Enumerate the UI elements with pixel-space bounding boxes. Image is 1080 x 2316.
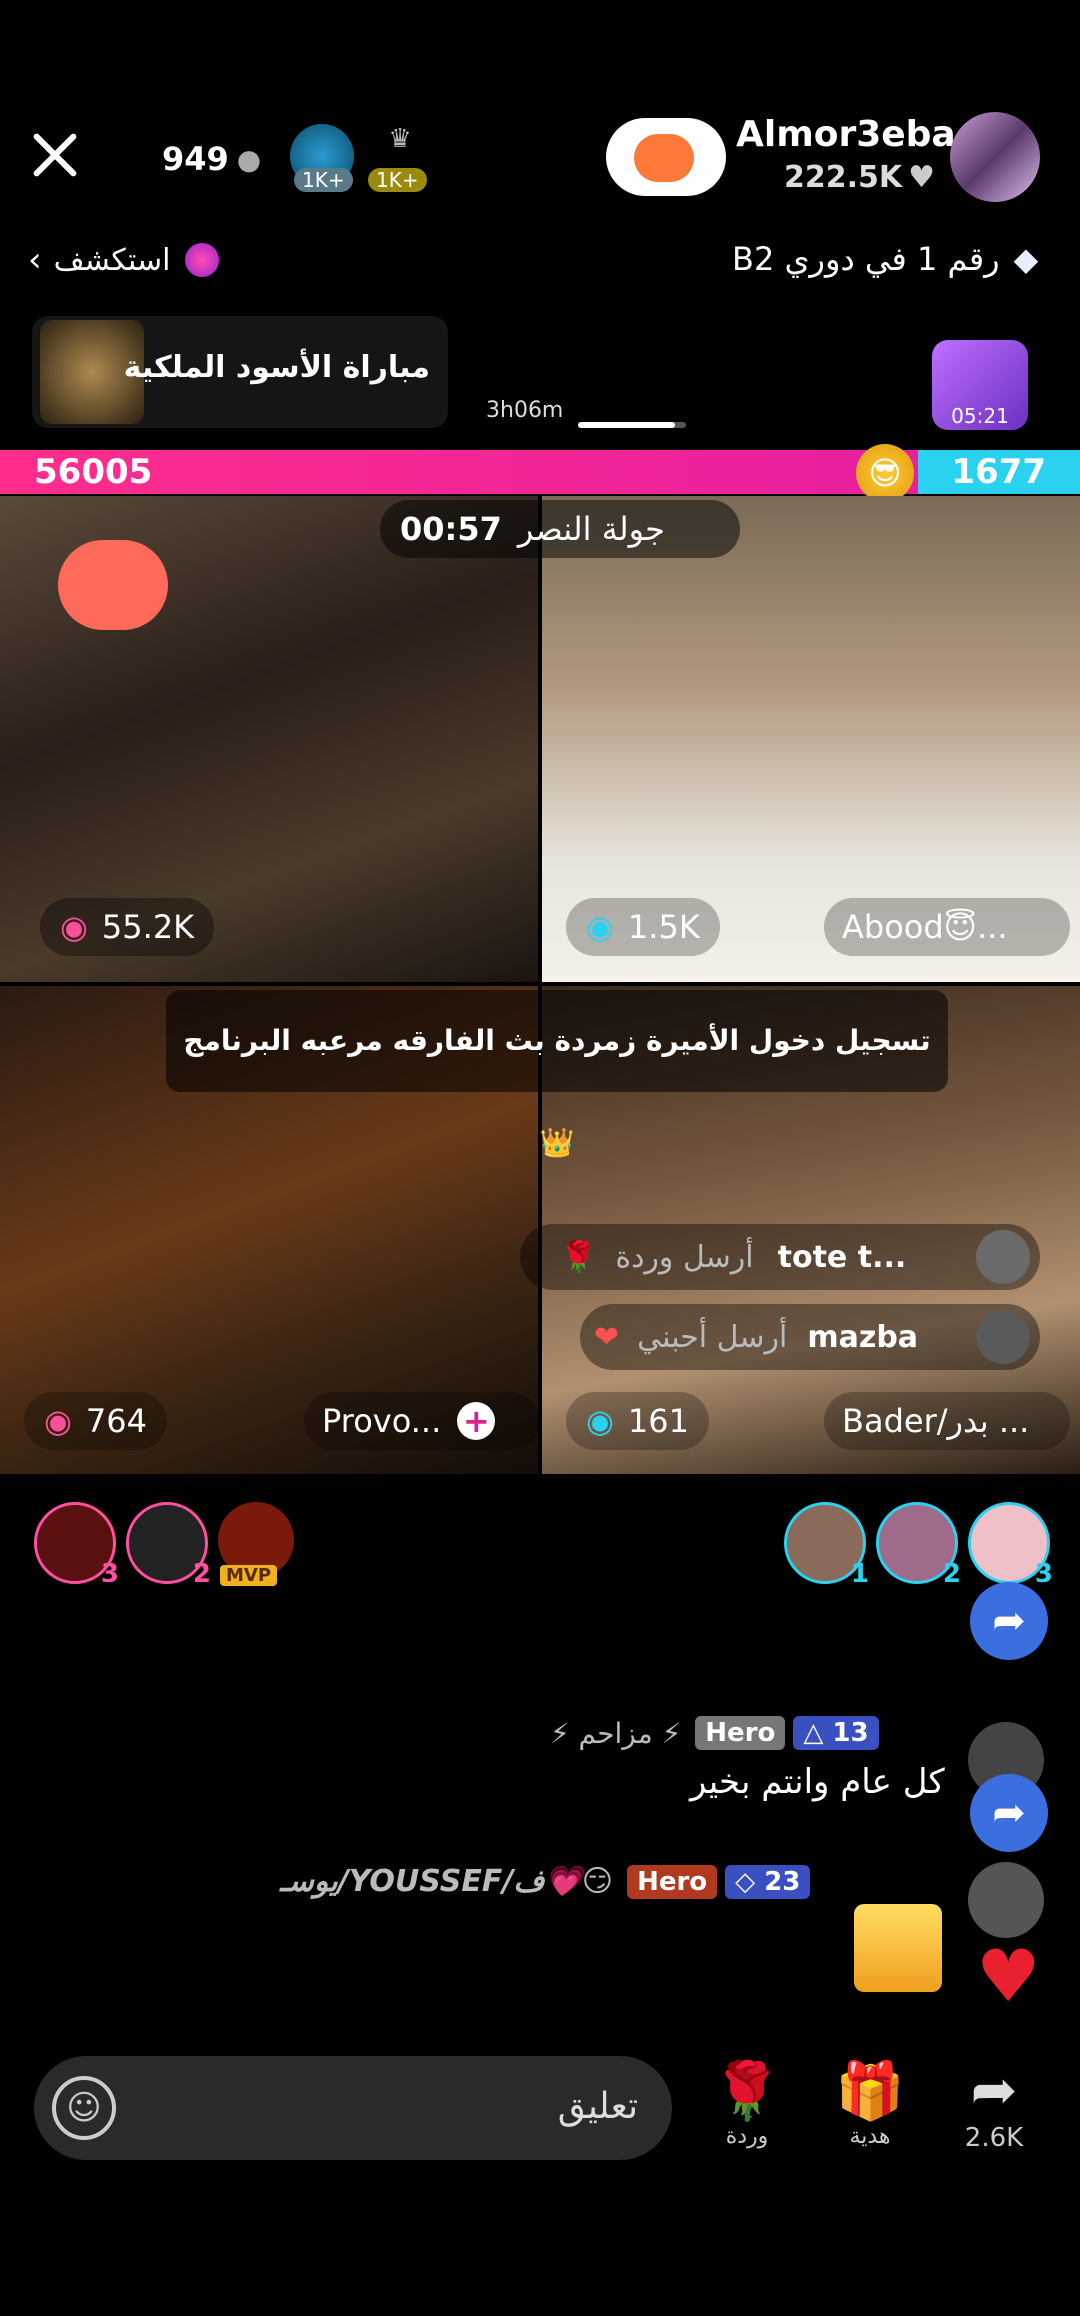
comment-2-avatar[interactable] (968, 1862, 1044, 1938)
follow-button[interactable] (606, 118, 726, 196)
event-timer: 3h06m (486, 398, 564, 423)
planet-icon (184, 243, 219, 277)
left-ranker-mvp[interactable]: MVP (218, 1502, 294, 1586)
left-score: 56005 (34, 452, 153, 492)
event-progress (578, 422, 686, 428)
chevron-left-icon: ‹ (28, 240, 42, 280)
top-gifter-badge-1: 1K+ (294, 168, 353, 192)
crown-icon: ♛ (388, 124, 412, 154)
right-ranker-3[interactable]: 3 (968, 1502, 1053, 1589)
video-tile-2[interactable]: ◉ 1.5K Abood😇... (542, 496, 1080, 982)
comment-placeholder: تعليق (557, 2086, 638, 2127)
right-ranker-2[interactable]: 2 (876, 1502, 961, 1589)
left-ranker-1[interactable]: 3 (34, 1502, 119, 1589)
league-rank[interactable]: رقم 1 في دوري B2 ◆ (732, 240, 1038, 278)
gift-box-icon[interactable]: 05:21 (932, 340, 1028, 430)
share-icon: ➦ (970, 2058, 1018, 2123)
rose-icon: 🌹 (712, 2059, 782, 2124)
event-title: مباراة الأسود الملكية (123, 350, 430, 385)
tile-3-name[interactable]: Provo... + (304, 1392, 538, 1450)
score-icon: ◉ (60, 908, 88, 946)
top-gifter-badge-2: 1K+ (368, 168, 427, 192)
battle-score-bar: 56005 1677 😎 (0, 444, 1080, 502)
video-tile-1[interactable]: ◉ 55.2K (0, 496, 538, 982)
host-avatar[interactable] (950, 112, 1040, 202)
tile-3-score: ◉ 764 (24, 1392, 167, 1450)
tile-1-score: ◉ 55.2K (40, 898, 215, 956)
score-icon: ◉ (586, 908, 614, 946)
share-button[interactable]: ➦ 2.6K (954, 2058, 1034, 2153)
add-icon[interactable]: + (457, 1402, 496, 1440)
score-icon: ◉ (44, 1402, 72, 1440)
tile-2-name[interactable]: Abood😇... (824, 898, 1070, 956)
event-banner[interactable]: مباراة الأسود الملكية (32, 316, 448, 428)
level-badge: 23 ◇ (725, 1864, 811, 1899)
level-badge: 13 △ (793, 1716, 879, 1750)
cool-emoji-icon: 😎 (856, 444, 914, 502)
comment-1-text: كل عام وانتم بخير (690, 1762, 945, 1802)
right-ranker-1[interactable]: 1 (784, 1502, 869, 1589)
entry-banner: تسجيل دخول الأميرة زمردة بث الفارقه مرعب… (166, 990, 948, 1159)
share-arrow-icon[interactable]: ➦ (970, 1582, 1048, 1660)
host-name[interactable]: Almor3eba (736, 114, 956, 155)
left-ranker-2[interactable]: 2 (126, 1502, 211, 1589)
heart-plus-icon (634, 134, 694, 182)
viewer-count[interactable]: 949 ● (162, 140, 261, 178)
heart-gift-icon: ❤ (594, 1319, 620, 1355)
emoji-icon[interactable]: ☺ (52, 2076, 116, 2140)
gift-sender-avatar (976, 1230, 1030, 1284)
tile-4-name[interactable]: Bader/بدر ... (824, 1392, 1070, 1450)
gift-icon: 🎁 (835, 2059, 905, 2124)
explore-link[interactable]: ‹ استكشف (28, 240, 219, 280)
brand-sticker-icon (854, 1904, 942, 1992)
score-icon: ◉ (586, 1402, 614, 1440)
host-likes: 222.5K ♥ (784, 160, 936, 195)
round-indicator: 00:57 جولة النصر (380, 500, 740, 558)
gift-feed-item-2: ❤ أرسل أحبني mazba (580, 1304, 1040, 1370)
comment-2-header: 23 ◇ Hero 😏💗ف/YOUSSEF/يوسـ (280, 1864, 811, 1899)
gift-feed-item-1: 🌹 أرسل وردة tote t... (520, 1224, 1040, 1290)
right-score: 1677 (951, 452, 1046, 492)
rose-icon: 🌹 (560, 1239, 598, 1275)
heart-mascot-icon (58, 540, 168, 630)
tile-4-score: ◉ 161 (566, 1392, 709, 1450)
gift-button[interactable]: 🎁 هدية (830, 2058, 910, 2149)
comment-1-header: 13 △ Hero ⚡ مزاحم ⚡ (550, 1716, 879, 1750)
share-arrow-icon-2[interactable]: ➦ (970, 1774, 1048, 1852)
comment-input[interactable]: ☺ تعليق (34, 2056, 672, 2160)
heart-icon[interactable]: ♥ (976, 1934, 1041, 2018)
close-button[interactable] (30, 130, 80, 180)
hero-badge: Hero (695, 1716, 786, 1750)
hero-badge: Hero (627, 1864, 718, 1899)
person-icon: ● (236, 142, 262, 176)
diamond-icon: ◆ (1013, 240, 1039, 278)
rose-button[interactable]: 🌹 وردة (712, 2058, 782, 2149)
gift-sender-avatar (976, 1310, 1030, 1364)
tile-2-score: ◉ 1.5K (566, 898, 720, 956)
heart-icon: ♥ (908, 160, 936, 195)
